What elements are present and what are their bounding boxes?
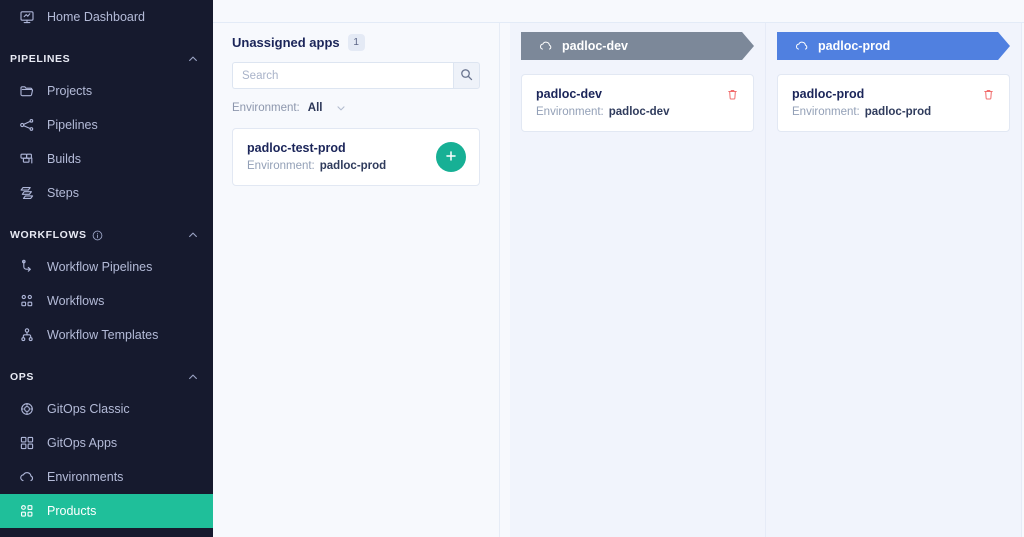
trash-icon [982,88,995,104]
pipelines-icon [18,117,35,134]
sidebar-item-label: GitOps Apps [47,436,118,450]
sidebar-item-home-dashboard[interactable]: Home Dashboard [0,0,213,34]
products-icon [18,503,35,520]
sidebar-item-label: Workflows [47,294,105,308]
sidebar: Home Dashboard PIPELINES Projects Pipelines… [0,0,213,537]
environment-filter-label: Environment: [232,102,300,114]
unassigned-title-row: Unassigned apps 1 [232,34,480,51]
environment-columns: padloc-dev padloc-dev Environment: padloc-d… [500,23,1024,537]
assigned-app-card[interactable]: padloc-prod Environment: padloc-prod [777,74,1010,132]
cloud-icon [539,39,553,53]
sidebar-section-label: PIPELINES [10,53,71,65]
sidebar-section-label: OPS [10,371,34,383]
sidebar-item-label: Builds [47,152,82,166]
sidebar-item-workflow-pipelines[interactable]: Workflow Pipelines [0,250,213,284]
sidebar-item-label: Steps [47,186,79,200]
app-card-meta-value: padloc-prod [864,106,932,118]
app-card-meta: Environment: padloc-prod [247,160,423,172]
sidebar-section-workflows[interactable]: WORKFLOWS [0,220,213,250]
delete-app-button[interactable] [725,88,740,103]
environment-filter-value: All [307,102,323,114]
app-root: Home Dashboard PIPELINES Projects Pipelines… [0,0,1024,537]
folder-icon [18,83,35,100]
trash-icon [726,88,739,104]
sidebar-section-ops[interactable]: OPS [0,362,213,392]
sidebar-item-builds[interactable]: Builds [0,142,213,176]
info-circle-icon[interactable] [92,230,103,241]
environment-column-header[interactable]: padloc-prod [777,32,1010,60]
sidebar-item-workflow-templates[interactable]: Workflow Templates [0,318,213,352]
chevron-up-icon[interactable] [187,229,199,241]
app-card-meta-value: padloc-dev [608,106,670,118]
sidebar-item-label: Workflow Pipelines [47,260,153,274]
sidebar-item-workflows[interactable]: Workflows [0,284,213,318]
sidebar-item-gitops-apps[interactable]: GitOps Apps [0,426,213,460]
plus-icon [444,149,458,166]
environment-column-title: padloc-dev [562,39,628,53]
search-button[interactable] [453,62,480,89]
app-card-meta: Environment: padloc-prod [792,106,995,118]
app-card-meta-label: Environment: [247,160,315,172]
search-input[interactable] [232,62,453,89]
delete-app-button[interactable] [981,88,996,103]
environment-column-header[interactable]: padloc-dev [521,32,754,60]
unassigned-app-card[interactable]: padloc-test-prod Environment: padloc-prod [232,128,480,186]
sidebar-section-pipelines[interactable]: PIPELINES [0,44,213,74]
sidebar-item-label: Projects [47,84,93,98]
sidebar-item-environments[interactable]: Environments [0,460,213,494]
cloud-icon [795,39,809,53]
search-row [232,62,480,89]
app-card-meta-label: Environment: [536,106,604,118]
search-icon [460,68,473,84]
chevron-up-icon[interactable] [187,53,199,65]
sidebar-section-label: WORKFLOWS [10,229,87,241]
workflow-templates-icon [18,327,35,344]
environment-column: padloc-dev padloc-dev Environment: padloc-d… [510,23,766,537]
sidebar-item-pipelines[interactable]: Pipelines [0,108,213,142]
app-card-title: padloc-test-prod [247,141,346,155]
app-card-meta-value: padloc-prod [319,160,387,172]
gitops-apps-icon [18,435,35,452]
sidebar-item-label: Products [47,504,97,518]
app-card-title: padloc-prod [792,87,865,101]
unassigned-apps-panel: Unassigned apps 1 Environment: [213,23,500,537]
builds-icon [18,151,35,168]
sidebar-item-label: Environments [47,470,124,484]
gitops-classic-icon [18,401,35,418]
unassigned-count-badge: 1 [347,34,365,51]
sidebar-item-label: Pipelines [47,118,98,132]
environment-column-body: padloc-dev Environment: padloc-dev [521,74,754,537]
assigned-app-card[interactable]: padloc-dev Environment: padloc-dev [521,74,754,132]
sidebar-item-label: Home Dashboard [47,10,145,24]
main-content: Unassigned apps 1 Environment: [213,0,1024,537]
workflow-pipelines-icon [18,259,35,276]
workflows-icon [18,293,35,310]
app-card-meta-label: Environment: [792,106,860,118]
sidebar-item-gitops-classic[interactable]: GitOps Classic [0,392,213,426]
app-card-meta: Environment: padloc-dev [536,106,739,118]
home-dashboard-icon [18,9,35,26]
sidebar-item-label: GitOps Classic [47,402,130,416]
products-board: Unassigned apps 1 Environment: [213,23,1024,537]
environment-filter[interactable]: Environment: All [232,102,480,114]
chevron-down-icon [335,102,347,114]
environment-column: padloc-prod padloc-prod Environment: padloc… [766,23,1022,537]
app-card-title: padloc-dev [536,87,602,101]
environment-column-body: padloc-prod Environment: padloc-prod [777,74,1010,537]
chevron-up-icon[interactable] [187,371,199,383]
sidebar-item-products[interactable]: Products [0,494,213,528]
top-bar [213,0,1024,23]
add-app-button[interactable] [436,142,466,172]
sidebar-item-label: Workflow Templates [47,328,159,342]
steps-icon [18,185,35,202]
environment-column-title: padloc-prod [818,39,891,53]
sidebar-item-steps[interactable]: Steps [0,176,213,210]
cloud-icon [18,469,35,486]
page-title: Unassigned apps [232,35,340,50]
sidebar-item-projects[interactable]: Projects [0,74,213,108]
